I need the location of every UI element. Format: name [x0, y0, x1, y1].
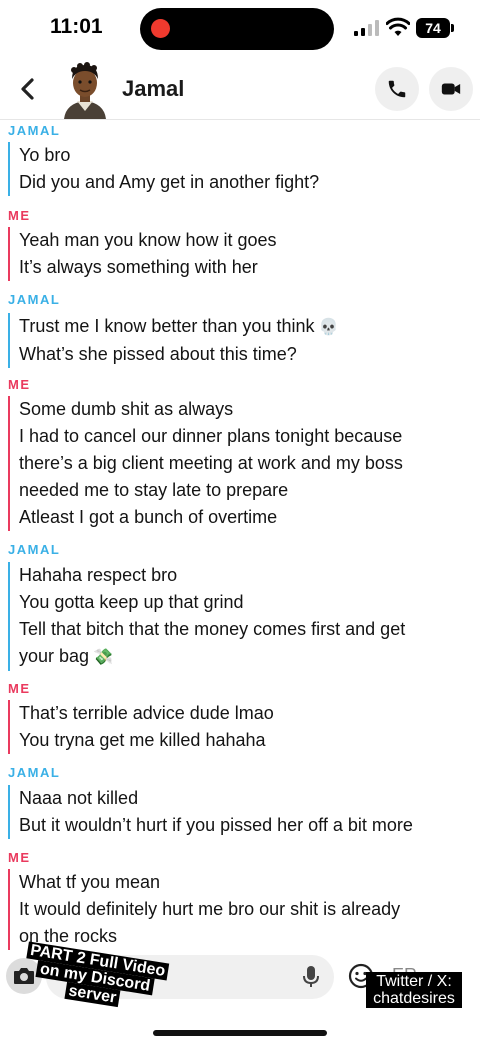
sender-label: JAMAL	[8, 292, 61, 307]
message-group: Naaa not killed But it wouldn’t hurt if …	[8, 785, 413, 839]
message-line: Atleast I got a bunch of overtime	[19, 507, 278, 527]
status-time: 11:01	[50, 15, 103, 38]
message-group: Hahaha respect bro You gotta keep up tha…	[8, 562, 405, 671]
message-line: It would definitely hurt me bro our shit…	[19, 899, 401, 919]
message-line: Some dumb shit as always	[19, 399, 234, 419]
sender-label: ME	[8, 208, 31, 223]
message-group: That’s terrible advice dude lmao You try…	[8, 700, 274, 754]
message-line: But it wouldn’t hurt if you pissed her o…	[19, 815, 413, 835]
video-call-button[interactable]	[429, 67, 473, 111]
message-line: Hahaha respect bro	[19, 565, 178, 585]
chat-header: Jamal	[0, 58, 480, 120]
credit-line: Twitter / X:	[376, 973, 452, 990]
dynamic-island	[140, 8, 334, 50]
skull-emoji: 💀	[318, 319, 339, 336]
sender-label: JAMAL	[8, 123, 61, 138]
credit-line: chatdesires	[373, 990, 455, 1007]
message-line: Naaa not killed	[19, 788, 139, 808]
message-group: Yeah man you know how it goes It’s alway…	[8, 227, 277, 281]
chat-thread: JAMAL Yo bro Did you and Amy get in anot…	[0, 121, 480, 951]
phone-icon	[388, 80, 406, 98]
message-line: Tell that bitch that the money comes fir…	[19, 619, 406, 639]
message-line: Yo bro	[19, 145, 71, 165]
contact-name[interactable]: Jamal	[122, 76, 184, 102]
message-line: Yeah man you know how it goes	[19, 230, 277, 250]
back-chevron-icon[interactable]	[14, 74, 42, 104]
voice-call-button[interactable]	[375, 67, 419, 111]
credit-overlay: Twitter / X: chatdesires	[366, 972, 462, 1008]
message-line: Did you and Amy get in another fight?	[19, 172, 320, 192]
message-group: Yo bro Did you and Amy get in another fi…	[8, 142, 319, 196]
message-line: That’s terrible advice dude lmao	[19, 703, 274, 723]
message-line: It’s always something with her	[19, 257, 258, 277]
sender-label: ME	[8, 377, 31, 392]
sender-label: JAMAL	[8, 542, 61, 557]
message-line: on the rocks	[19, 926, 118, 946]
message-group: What tf you mean It would definitely hur…	[8, 869, 400, 950]
message-line: What’s she pissed about this time?	[19, 344, 297, 364]
message-line: there’s a big client meeting at work and…	[19, 453, 403, 473]
sender-label: JAMAL	[8, 765, 61, 780]
message-line: I had to cancel our dinner plans tonight…	[19, 426, 403, 446]
message-line: What tf you mean	[19, 872, 161, 892]
message-line: your bag 💸	[19, 646, 113, 666]
sender-label: ME	[8, 681, 31, 696]
video-camera-icon	[441, 83, 461, 95]
sender-label: ME	[8, 850, 31, 865]
status-bar: 11:01 74	[0, 0, 480, 58]
recording-indicator	[151, 19, 170, 38]
signal-icon	[354, 20, 379, 36]
battery-tip	[451, 24, 454, 32]
message-group: Some dumb shit as always I had to cancel…	[8, 396, 403, 531]
message-line: needed me to stay late to prepare	[19, 480, 289, 500]
message-group: Trust me I know better than you think 💀 W…	[8, 313, 338, 368]
mic-icon[interactable]	[302, 965, 320, 989]
avatar[interactable]	[58, 61, 112, 119]
message-line: Trust me I know better than you think 💀	[19, 316, 339, 336]
home-indicator	[153, 1030, 327, 1036]
message-line: You gotta keep up that grind	[19, 592, 244, 612]
message-line: You tryna get me killed hahaha	[19, 730, 266, 750]
battery-indicator: 74	[416, 18, 450, 38]
wifi-icon	[386, 17, 410, 36]
money-emoji: 💸	[93, 649, 113, 666]
